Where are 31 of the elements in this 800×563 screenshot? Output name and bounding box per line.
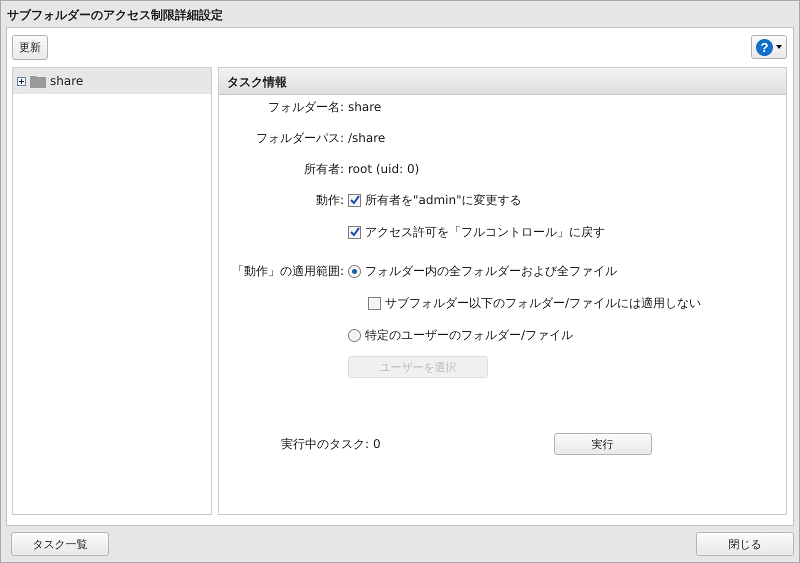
option-label: アクセス許可を「フルコントロール」に戻す <box>365 224 605 240</box>
field-label: フォルダー名: <box>266 99 344 116</box>
field-label: 「動作」の適用範囲: <box>230 263 344 280</box>
help-button[interactable]: ? <box>751 35 787 59</box>
field-value: /share <box>348 130 386 147</box>
checkbox[interactable] <box>368 296 381 310</box>
refresh-button[interactable]: 更新 <box>12 34 48 60</box>
tree-item[interactable]: share <box>13 68 211 94</box>
field-value: root (uid: 0) <box>348 161 420 178</box>
caret-icon <box>776 45 782 49</box>
task-list-button[interactable]: タスク一覧 <box>11 532 109 556</box>
radio-button[interactable] <box>348 264 361 278</box>
option-label: フォルダー内の全フォルダーおよび全ファイル <box>365 262 617 280</box>
running-tasks-label: 実行中のタスク: <box>281 436 370 452</box>
option-label: 特定のユーザーのフォルダー/ファイル <box>365 326 574 344</box>
checkbox[interactable] <box>348 226 361 238</box>
close-button[interactable]: 閉じる <box>696 532 794 556</box>
run-button[interactable]: 実行 <box>554 433 652 455</box>
folder-icon <box>30 74 46 88</box>
radio-button[interactable] <box>348 328 361 342</box>
field-label: 動作: <box>314 192 344 209</box>
field-value: share <box>348 99 382 116</box>
expand-icon[interactable] <box>17 76 26 86</box>
running-tasks-count: 0 <box>373 437 381 451</box>
window-title: サブフォルダーのアクセス制限詳細設定 <box>6 7 224 24</box>
option-label: サブフォルダー以下のフォルダー/ファイルには適用しない <box>385 294 702 312</box>
checkbox[interactable] <box>348 194 361 206</box>
option-label: 所有者を"admin"に変更する <box>365 192 522 208</box>
panel-title: タスク情報 <box>219 68 786 95</box>
field-label: 所有者: <box>302 161 344 178</box>
field-label: フォルダーパス: <box>254 130 344 147</box>
